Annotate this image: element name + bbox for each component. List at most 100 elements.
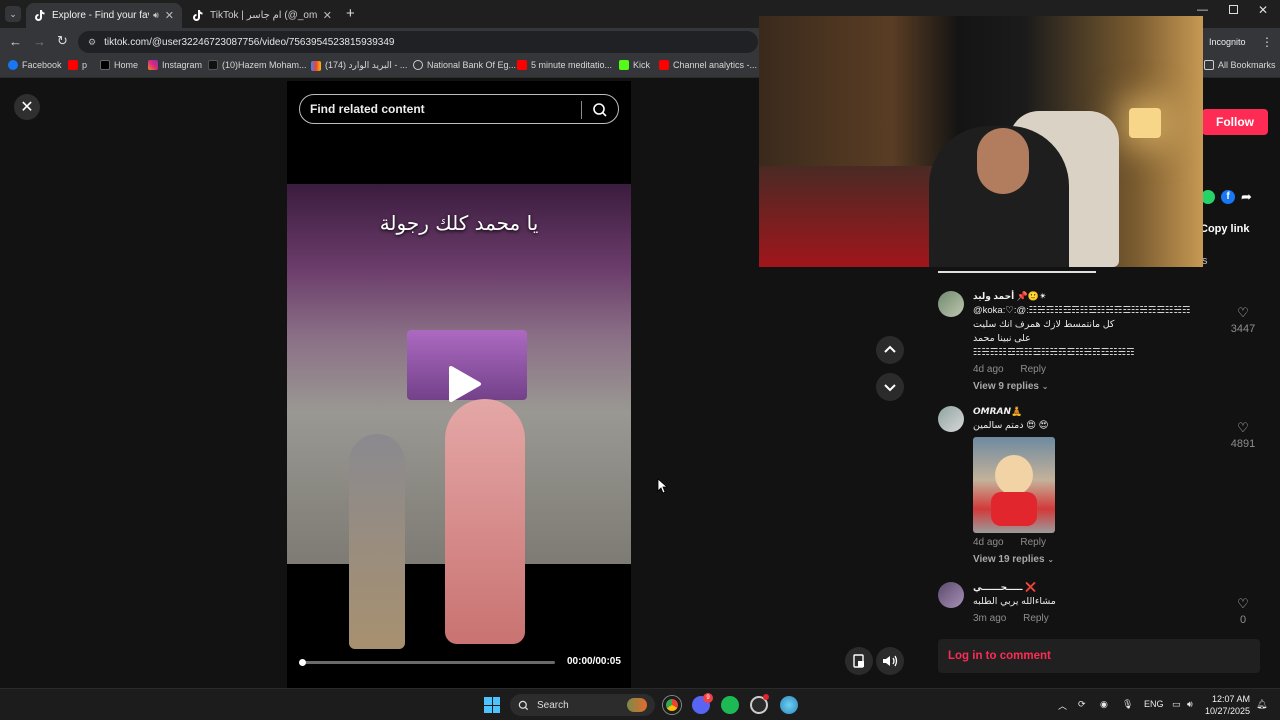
login-to-comment-button[interactable]: Log in to comment bbox=[938, 639, 1260, 673]
close-tab-icon[interactable]: ✕ bbox=[323, 9, 332, 22]
progress-handle[interactable] bbox=[299, 659, 306, 666]
speaker-icon[interactable]: 🔊︎ bbox=[153, 10, 159, 21]
volume-icon[interactable]: 🔊︎ bbox=[1187, 699, 1193, 710]
microphone-icon[interactable]: 🎙︎ bbox=[1122, 699, 1133, 710]
chevron-up-icon bbox=[884, 345, 896, 353]
language-indicator[interactable]: ENG bbox=[1144, 699, 1164, 709]
youtube-icon bbox=[517, 60, 527, 70]
like-button[interactable]: ♡ 0 bbox=[1228, 596, 1258, 626]
bookmark-tiktok[interactable]: (10)Hazem Moham... bbox=[208, 60, 307, 70]
sync-icon[interactable]: ⟳ bbox=[1078, 699, 1086, 710]
comment-item: أحمد وليد 📌🙂✴ @koka:♡:@:☷☵☶☷☲☶☷☲☷☵☶☲☷☵☶☲… bbox=[938, 291, 1258, 401]
incognito-label[interactable]: Incognito bbox=[1209, 37, 1246, 47]
follow-button[interactable]: Follow bbox=[1202, 109, 1268, 135]
tiktok-icon bbox=[192, 10, 204, 22]
close-video-button[interactable]: ✕ bbox=[14, 94, 40, 120]
video-player[interactable]: يا محمد كلك رجولة Find related content 0… bbox=[287, 81, 631, 688]
tiktok-icon bbox=[34, 10, 46, 22]
chevron-down-icon: ⌄ bbox=[1041, 382, 1049, 391]
bookmark-channel-analytics[interactable]: Channel analytics -... bbox=[659, 60, 757, 70]
comment-author[interactable]: 𝙊𝙈𝙍𝘼𝙉🧘 bbox=[973, 406, 1203, 417]
comment-time: 3m ago bbox=[973, 613, 1007, 624]
comment-time: 4d ago bbox=[973, 537, 1004, 548]
next-video-button[interactable] bbox=[876, 373, 904, 401]
video-progress-bar[interactable] bbox=[299, 659, 555, 666]
url-field[interactable]: ⚙︎ tiktok.com/@user32246723087756/video/… bbox=[78, 31, 758, 53]
video-person-boy bbox=[349, 434, 405, 649]
close-tab-icon[interactable]: ✕ bbox=[165, 9, 174, 22]
previous-video-button[interactable] bbox=[876, 336, 904, 364]
chrome-icon[interactable] bbox=[663, 696, 681, 714]
close-window-icon[interactable]: ✕ bbox=[1258, 3, 1268, 17]
search-icon bbox=[518, 700, 529, 710]
reload-icon[interactable]: ↻ bbox=[57, 33, 68, 49]
comment-line: 😍 😍 دمتم سالمين bbox=[973, 420, 1049, 431]
bookmark-meditation[interactable]: 5 minute meditatio... bbox=[517, 60, 612, 70]
reply-button[interactable]: Reply bbox=[1020, 537, 1046, 548]
taskbar-search[interactable]: Search bbox=[510, 694, 655, 716]
bookmark-p[interactable]: p bbox=[68, 60, 87, 70]
notification-icon[interactable]: 🔔︎ bbox=[1256, 699, 1267, 710]
youtube-icon bbox=[659, 60, 669, 70]
whatsapp-icon[interactable] bbox=[1201, 190, 1215, 204]
like-button[interactable]: ♡ 4891 bbox=[1228, 420, 1258, 450]
avatar[interactable] bbox=[938, 291, 964, 317]
browser-menu-icon[interactable]: ⋮ bbox=[1261, 35, 1273, 49]
comment-line: ☷☵☶☷☲☶☷☲☷☵☶☲☷☵☶☲☷☵☶ bbox=[973, 347, 1135, 358]
floating-player-icon bbox=[853, 654, 864, 668]
gmail-icon bbox=[311, 60, 321, 71]
maximize-icon[interactable] bbox=[1229, 5, 1238, 14]
reply-button[interactable]: Reply bbox=[1023, 613, 1049, 624]
comment-author[interactable]: أحمد وليد 📌🙂✴ bbox=[973, 291, 1203, 302]
discord-tray-icon[interactable]: ◉ bbox=[1100, 699, 1108, 710]
comment-sticker-image[interactable] bbox=[973, 437, 1055, 533]
spotify-icon[interactable] bbox=[721, 696, 739, 714]
heart-icon: ♡ bbox=[1237, 420, 1249, 435]
taskbar-clock[interactable]: 12:07 AM 10/27/2025 bbox=[1205, 693, 1250, 717]
forward-icon[interactable]: → bbox=[33, 34, 46, 49]
comment-meta: 4d ago Reply bbox=[973, 364, 1203, 375]
clock-time: 12:07 AM bbox=[1212, 694, 1251, 704]
comment-author[interactable]: ـــــحــــــي ❌ bbox=[973, 582, 1203, 593]
new-tab-button[interactable]: + bbox=[346, 5, 355, 22]
bookmark-facebook[interactable]: Facebook bbox=[8, 60, 62, 70]
comment-body: ـــــحــــــي ❌ مشاءالله يربي الطلبه 3m … bbox=[973, 582, 1203, 624]
like-button[interactable]: ♡ 3447 bbox=[1228, 305, 1258, 335]
facebook-icon[interactable]: f bbox=[1221, 190, 1235, 204]
minimize-icon[interactable]: — bbox=[1197, 4, 1208, 16]
volume-button[interactable] bbox=[876, 647, 904, 675]
tab-tiktok-profile[interactable]: TikTok | ام جاسر (@_omgaser) ✕ bbox=[184, 3, 340, 28]
start-icon[interactable] bbox=[484, 697, 500, 713]
view-replies-button[interactable]: View 9 replies ⌄ bbox=[973, 381, 1203, 392]
search-icon[interactable] bbox=[592, 102, 608, 118]
back-icon[interactable]: ← bbox=[9, 34, 22, 49]
comment-line: كل مانتمسط لازك همرف انك سليت bbox=[973, 319, 1115, 330]
chevron-down-icon: ⌄ bbox=[1047, 555, 1055, 564]
bookmark-nbe[interactable]: National Bank Of Eg... bbox=[413, 60, 516, 70]
tray-chevron-up-icon[interactable]: ︿ bbox=[1058, 699, 1067, 712]
related-search-input[interactable]: Find related content bbox=[299, 94, 619, 124]
all-bookmarks[interactable]: All Bookmarks bbox=[1204, 60, 1276, 70]
share-icons: f ➦ bbox=[1201, 189, 1252, 205]
bookmark-gmail[interactable]: (174) البريد الوارد - ... bbox=[311, 60, 407, 71]
floating-player-button[interactable] bbox=[845, 647, 873, 675]
share-arrow-icon[interactable]: ➦ bbox=[1241, 189, 1252, 205]
globe-app-icon[interactable] bbox=[780, 696, 798, 714]
copy-link-button[interactable]: Copy link bbox=[1200, 223, 1250, 235]
reply-button[interactable]: Reply bbox=[1020, 364, 1046, 375]
bookmark-home[interactable]: Home bbox=[100, 60, 138, 70]
avatar[interactable] bbox=[938, 582, 964, 608]
bookmark-kick[interactable]: Kick bbox=[619, 60, 650, 70]
avatar[interactable] bbox=[938, 406, 964, 432]
active-tab-indicator bbox=[938, 271, 1096, 273]
bookmark-instagram[interactable]: Instagram bbox=[148, 60, 202, 70]
webcam-overlay bbox=[759, 16, 1203, 267]
view-replies-button[interactable]: View 19 replies ⌄ bbox=[973, 554, 1203, 565]
globe-icon bbox=[413, 60, 423, 70]
site-info-icon[interactable]: ⚙︎ bbox=[88, 37, 96, 48]
tab-explore[interactable]: Explore - Find your favourite 🔊︎ ✕ bbox=[26, 3, 182, 28]
network-icon[interactable]: ▭ bbox=[1172, 699, 1181, 710]
play-icon[interactable] bbox=[443, 364, 483, 404]
tab-list-chevron-icon[interactable]: ⌄ bbox=[5, 6, 21, 22]
comment-item: 𝙊𝙈𝙍𝘼𝙉🧘 😍 😍 دمتم سالمين 4d ago Reply View… bbox=[938, 406, 1258, 576]
